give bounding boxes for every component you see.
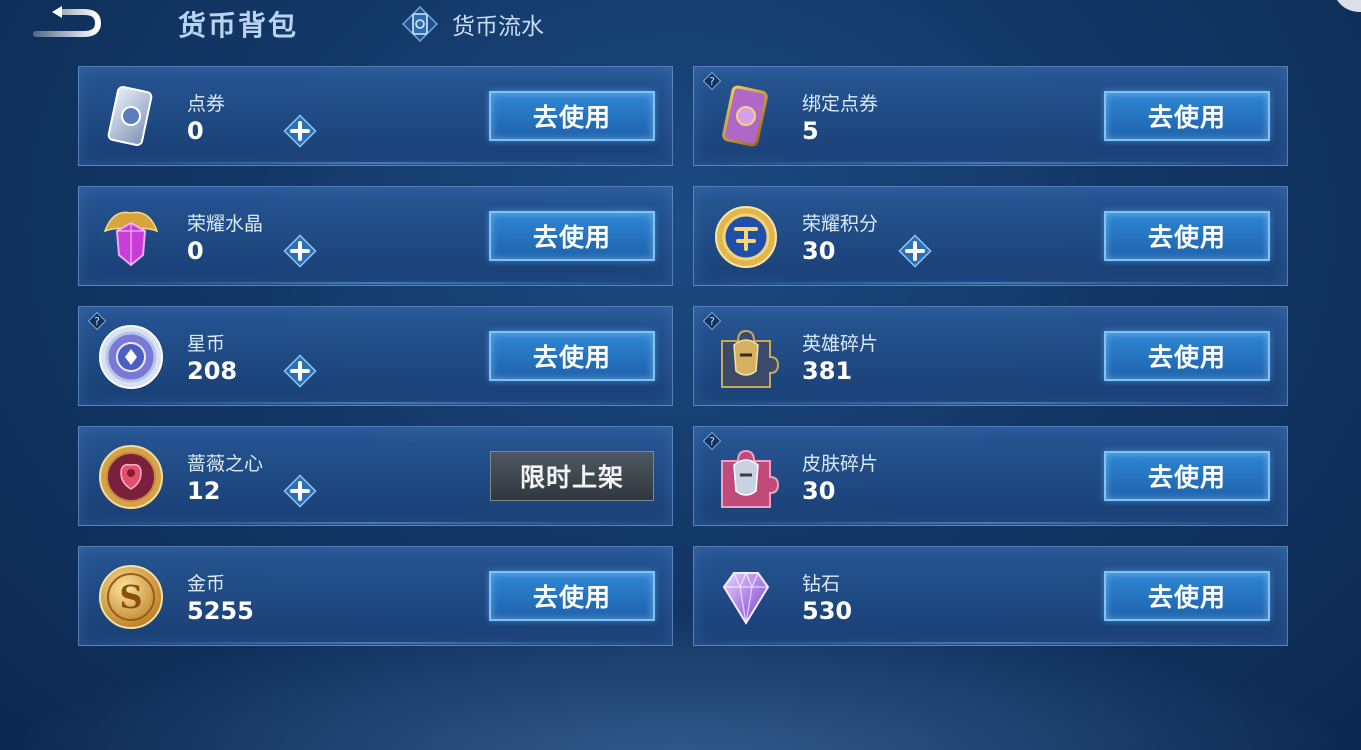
currency-name: 金币 [187, 573, 226, 595]
use-button[interactable]: 去使用 [1104, 571, 1270, 621]
skin-fragment-icon [721, 449, 780, 508]
currency-amount: 381 [802, 357, 853, 385]
currency-amount: 30 [802, 477, 836, 505]
currency-name: 荣耀水晶 [187, 213, 264, 235]
currency-amount: 530 [802, 597, 853, 625]
corner-decoration [1337, 0, 1361, 12]
currency-amount: 12 [187, 477, 221, 505]
use-button[interactable]: 去使用 [1104, 91, 1270, 141]
limited-time-button[interactable]: 限时上架 [490, 451, 654, 501]
currency-name: 英雄碎片 [802, 333, 879, 355]
use-button[interactable]: 去使用 [489, 331, 655, 381]
currency-history-link[interactable]: 货币流水 [402, 6, 544, 42]
glory-crystal-icon [103, 211, 159, 267]
page-title: 货币背包 [178, 9, 299, 42]
use-button[interactable]: 去使用 [489, 571, 655, 621]
use-button[interactable]: 去使用 [489, 211, 655, 261]
currency-card-rose-heart: 蔷薇之心 12 限时上架 [78, 426, 673, 526]
use-button[interactable]: 去使用 [489, 91, 655, 141]
currency-name: 钻石 [802, 573, 841, 595]
rose-heart-icon [99, 445, 163, 509]
hero-fragment-icon [721, 329, 780, 388]
use-button[interactable]: 去使用 [1104, 331, 1270, 381]
back-arrow-icon [33, 6, 102, 37]
add-button[interactable] [281, 112, 319, 150]
currency-amount: 5 [802, 117, 819, 145]
currency-amount: 0 [187, 117, 204, 145]
add-button[interactable] [281, 472, 319, 510]
currency-amount: 5255 [187, 597, 254, 625]
back-button[interactable] [32, 6, 104, 42]
currency-name: 绑定点券 [802, 93, 879, 115]
glory-points-icon [715, 206, 777, 268]
currency-card-diamond: 钻石 530 去使用 [693, 546, 1288, 646]
gold-coin-icon: S [99, 565, 163, 629]
diamond-icon [722, 571, 770, 625]
currency-name: 蔷薇之心 [187, 453, 264, 475]
currency-history-label: 货币流水 [452, 14, 544, 40]
bound-voucher-card-icon [722, 85, 768, 147]
currency-amount: 208 [187, 357, 238, 385]
use-button[interactable]: 去使用 [1104, 451, 1270, 501]
star-coin-icon [99, 325, 163, 389]
use-button[interactable]: 去使用 [1104, 211, 1270, 261]
add-button[interactable] [281, 232, 319, 270]
currency-amount: 30 [802, 237, 836, 265]
currency-name: 点券 [187, 93, 226, 115]
voucher-card-icon [107, 85, 153, 147]
currency-amount: 0 [187, 237, 204, 265]
currency-card-skin-fragment: ? 皮肤碎片 30 去使用 [693, 426, 1288, 526]
ledger-icon [402, 6, 438, 42]
add-button[interactable] [281, 352, 319, 390]
currency-card-bound-voucher: ? 绑定点券 5 去使用 [693, 66, 1288, 166]
currency-card-hero-fragment: ? 英雄碎片 381 去使用 [693, 306, 1288, 406]
currency-name: 荣耀积分 [802, 213, 879, 235]
currency-name: 星币 [187, 333, 226, 355]
currency-name: 皮肤碎片 [802, 453, 879, 475]
currency-card-star-coin: ? 星币 208 去使用 [78, 306, 673, 406]
svg-text:S: S [119, 578, 142, 616]
currency-card-glory-crystal: 荣耀水晶 0 去使用 [78, 186, 673, 286]
currency-card-glory-points: 荣耀积分 30 去使用 [693, 186, 1288, 286]
add-button[interactable] [896, 232, 934, 270]
currency-card-voucher: 点券 0 去使用 [78, 66, 673, 166]
currency-card-gold-coin: S 金币 5255 去使用 [78, 546, 673, 646]
